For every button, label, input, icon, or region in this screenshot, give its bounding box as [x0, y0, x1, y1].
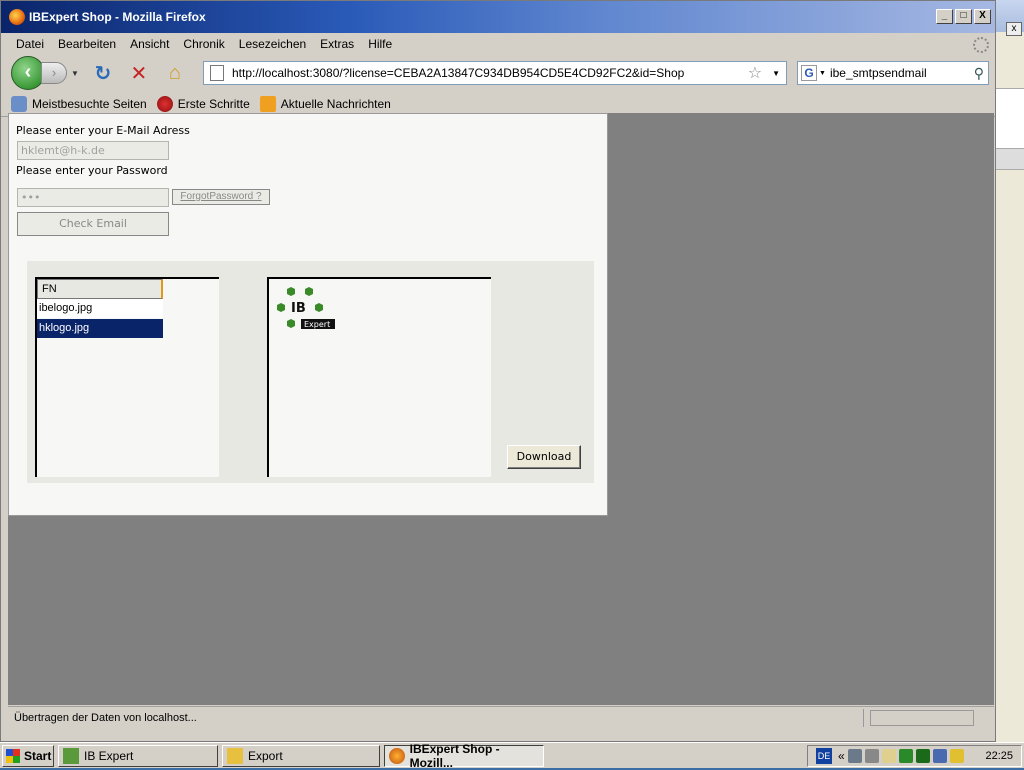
- menu-bar: Datei Bearbeiten Ansicht Chronik Lesezei…: [1, 33, 995, 55]
- clock: 22:25: [985, 750, 1013, 762]
- firefox-icon: [389, 747, 405, 764]
- status-text: Übertragen der Daten von localhost...: [8, 708, 864, 727]
- home-icon[interactable]: ⌂: [163, 61, 187, 85]
- gear-icon[interactable]: [864, 749, 879, 763]
- tray-expand-icon[interactable]: «: [838, 749, 845, 763]
- logo-main-text: IB: [291, 301, 306, 316]
- url-text[interactable]: http://localhost:3080/?license=CEBA2A138…: [232, 66, 748, 80]
- network-icon[interactable]: [932, 749, 947, 763]
- url-bar[interactable]: http://localhost:3080/?license=CEBA2A138…: [203, 61, 787, 85]
- navigation-toolbar: ‹ › ▼ ↻ ✕ ⌂ http://localhost:3080/?licen…: [1, 55, 995, 91]
- status-bar: Übertragen der Daten von localhost...: [8, 706, 994, 728]
- shop-page: Please enter your E-Mail Adress hklemt@h…: [8, 113, 608, 516]
- start-button[interactable]: Start: [2, 744, 54, 767]
- search-bar[interactable]: G ▼ ibe_smtpsendmail ⚲: [797, 61, 989, 85]
- windows-logo-icon: [6, 748, 20, 763]
- bookmark-nachrichten[interactable]: Aktuelle Nachrichten: [259, 95, 391, 112]
- logo-sub-text: Expert: [304, 320, 330, 329]
- rss-icon: [259, 95, 276, 112]
- file-panel: FN ibelogo.jpg hklogo.jpg IB Expert Down…: [27, 261, 594, 483]
- bookmark-label: Meistbesuchte Seiten: [32, 96, 147, 111]
- bookmark-label: Erste Schritte: [177, 96, 250, 111]
- file-list[interactable]: FN ibelogo.jpg hklogo.jpg: [35, 277, 219, 477]
- notepad-icon[interactable]: [881, 749, 896, 763]
- forgot-password-button[interactable]: ForgotPassword ?: [172, 189, 270, 205]
- list-header[interactable]: FN: [37, 279, 163, 299]
- forward-button[interactable]: ›: [41, 62, 67, 84]
- task-label: IBExpert Shop - Mozill...: [409, 741, 500, 770]
- menu-extras[interactable]: Extras: [313, 37, 361, 51]
- menu-datei[interactable]: Datei: [9, 37, 51, 51]
- image-preview: IB Expert: [267, 277, 491, 477]
- minimize-button[interactable]: _: [936, 9, 953, 24]
- ibexpert-icon: [63, 747, 79, 764]
- progress-meter: [870, 709, 974, 726]
- download-button[interactable]: Download: [507, 445, 581, 469]
- list-item[interactable]: ibelogo.jpg: [37, 299, 163, 318]
- bookmark-meistbesuchte[interactable]: Meistbesuchte Seiten: [11, 95, 147, 112]
- email-label: Please enter your E-Mail Adress: [16, 124, 190, 137]
- firefox-start-icon: [156, 95, 173, 112]
- camera-icon[interactable]: [847, 749, 862, 763]
- page-content-area: Please enter your E-Mail Adress hklemt@h…: [8, 113, 994, 705]
- window-title: IBExpert Shop - Mozilla Firefox: [29, 10, 206, 24]
- memory-icon[interactable]: [915, 749, 930, 763]
- bookmark-label: Aktuelle Nachrichten: [280, 96, 391, 111]
- menu-bearbeiten[interactable]: Bearbeiten: [51, 37, 123, 51]
- close-button[interactable]: X: [974, 9, 991, 24]
- taskbar: Start IB Expert Export IBExpert Shop - M…: [0, 741, 1024, 770]
- email-field[interactable]: hklemt@h-k.de: [17, 141, 169, 160]
- menu-ansicht[interactable]: Ansicht: [123, 37, 176, 51]
- reload-icon[interactable]: ↻: [91, 61, 115, 85]
- search-input[interactable]: ibe_smtpsendmail: [830, 66, 974, 80]
- bookmark-erste-schritte[interactable]: Erste Schritte: [156, 95, 250, 112]
- most-visited-icon: [11, 95, 27, 112]
- page-icon: [210, 65, 224, 81]
- system-tray: DE « 22:25: [807, 745, 1022, 767]
- task-ib-expert[interactable]: IB Expert: [58, 744, 218, 767]
- back-button[interactable]: ‹: [11, 56, 45, 90]
- maximize-button[interactable]: □: [955, 9, 972, 24]
- search-icon[interactable]: ⚲: [974, 65, 984, 82]
- language-indicator[interactable]: DE: [816, 748, 832, 764]
- url-dropdown-icon[interactable]: ▼: [772, 69, 780, 78]
- folder-icon: [227, 747, 243, 764]
- eye-icon[interactable]: [949, 749, 964, 763]
- password-field[interactable]: •••: [17, 188, 169, 207]
- list-item-selected[interactable]: hklogo.jpg: [37, 319, 163, 338]
- firefox-icon: [9, 9, 25, 25]
- title-bar: IBExpert Shop - Mozilla Firefox _ □ X: [1, 1, 995, 33]
- history-dropdown-icon[interactable]: ▼: [71, 69, 79, 78]
- search-engine-dropdown-icon[interactable]: ▼: [819, 70, 826, 77]
- stop-icon[interactable]: ✕: [127, 61, 151, 85]
- google-icon[interactable]: G: [801, 65, 817, 81]
- password-label: Please enter your Password: [16, 164, 168, 177]
- menu-lesezeichen[interactable]: Lesezeichen: [232, 37, 313, 51]
- start-label: Start: [24, 748, 52, 763]
- task-label: Export: [248, 748, 283, 763]
- menu-chronik[interactable]: Chronik: [176, 37, 231, 51]
- background-close-icon[interactable]: x: [1006, 22, 1022, 36]
- bookmark-star-icon[interactable]: ☆: [748, 63, 762, 83]
- menu-hilfe[interactable]: Hilfe: [361, 37, 399, 51]
- check-email-button[interactable]: Check Email: [17, 212, 169, 236]
- task-export[interactable]: Export: [222, 744, 380, 767]
- task-firefox[interactable]: IBExpert Shop - Mozill...: [384, 741, 544, 770]
- throbber-icon: [973, 37, 989, 53]
- spreadsheet-icon[interactable]: [898, 749, 913, 763]
- ibexpert-logo: IB Expert: [277, 287, 335, 329]
- task-label: IB Expert: [84, 748, 134, 763]
